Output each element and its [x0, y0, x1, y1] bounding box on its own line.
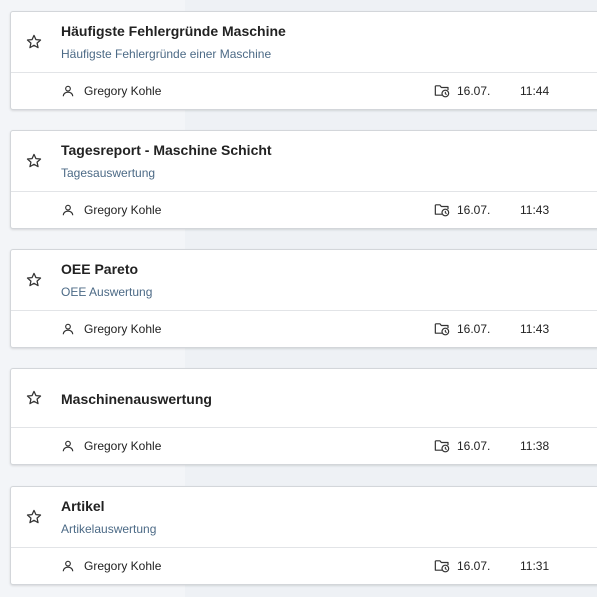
star-icon[interactable]	[25, 152, 43, 170]
folder-clock-icon	[434, 560, 450, 573]
report-card-header[interactable]: Maschinenauswertung	[11, 369, 597, 427]
folder-clock-icon	[434, 323, 450, 336]
person-icon	[62, 204, 74, 216]
report-time: 11:38	[520, 439, 550, 453]
report-time: 11:44	[520, 84, 550, 98]
report-date: 16.07.	[457, 203, 491, 217]
report-card-meta: Gregory Kohle 16.07. 11:43	[11, 191, 597, 228]
report-card-header[interactable]: OEE Pareto OEE Auswertung	[11, 250, 597, 310]
report-title[interactable]: Häufigste Fehlergründe Maschine	[61, 23, 286, 39]
person-icon	[62, 323, 74, 335]
report-card-meta: Gregory Kohle 16.07. 11:31	[11, 547, 597, 584]
report-subtitle: Artikelauswertung	[61, 522, 157, 536]
report-card-header[interactable]: Artikel Artikelauswertung	[11, 487, 597, 547]
report-title[interactable]: Maschinenauswertung	[61, 391, 212, 407]
person-icon	[62, 440, 74, 452]
star-icon[interactable]	[25, 33, 43, 51]
report-author: Gregory Kohle	[84, 84, 162, 98]
folder-clock-icon	[434, 204, 450, 217]
report-card-meta: Gregory Kohle 16.07. 11:44	[11, 72, 597, 109]
report-subtitle: Häufigste Fehlergründe einer Maschine	[61, 47, 272, 61]
star-icon[interactable]	[25, 389, 43, 407]
report-time: 11:43	[520, 203, 550, 217]
report-author: Gregory Kohle	[84, 203, 162, 217]
report-time: 11:31	[520, 559, 550, 573]
report-card[interactable]: Artikel Artikelauswertung Gregory Kohle …	[10, 486, 597, 585]
star-icon[interactable]	[25, 508, 43, 526]
report-card-meta: Gregory Kohle 16.07. 11:43	[11, 310, 597, 347]
report-card[interactable]: Maschinenauswertung Gregory Kohle 16.07.…	[10, 368, 597, 465]
report-date: 16.07.	[457, 322, 491, 336]
report-date: 16.07.	[457, 559, 491, 573]
report-card-header[interactable]: Häufigste Fehlergründe Maschine Häufigst…	[11, 12, 597, 72]
report-card[interactable]: Häufigste Fehlergründe Maschine Häufigst…	[10, 11, 597, 110]
report-title[interactable]: Artikel	[61, 498, 105, 514]
folder-clock-icon	[434, 85, 450, 98]
report-title[interactable]: Tagesreport - Maschine Schicht	[61, 142, 272, 158]
report-subtitle: OEE Auswertung	[61, 285, 153, 299]
report-card-header[interactable]: Tagesreport - Maschine Schicht Tagesausw…	[11, 131, 597, 191]
report-author: Gregory Kohle	[84, 322, 162, 336]
report-card[interactable]: OEE Pareto OEE Auswertung Gregory Kohle …	[10, 249, 597, 348]
person-icon	[62, 85, 74, 97]
report-date: 16.07.	[457, 84, 491, 98]
report-card-meta: Gregory Kohle 16.07. 11:38	[11, 427, 597, 464]
folder-clock-icon	[434, 440, 450, 453]
report-date: 16.07.	[457, 439, 491, 453]
report-time: 11:43	[520, 322, 550, 336]
report-author: Gregory Kohle	[84, 559, 162, 573]
report-author: Gregory Kohle	[84, 439, 162, 453]
star-icon[interactable]	[25, 271, 43, 289]
report-subtitle: Tagesauswertung	[61, 166, 156, 180]
report-title[interactable]: OEE Pareto	[61, 261, 138, 277]
person-icon	[62, 560, 74, 572]
report-card[interactable]: Tagesreport - Maschine Schicht Tagesausw…	[10, 130, 597, 229]
